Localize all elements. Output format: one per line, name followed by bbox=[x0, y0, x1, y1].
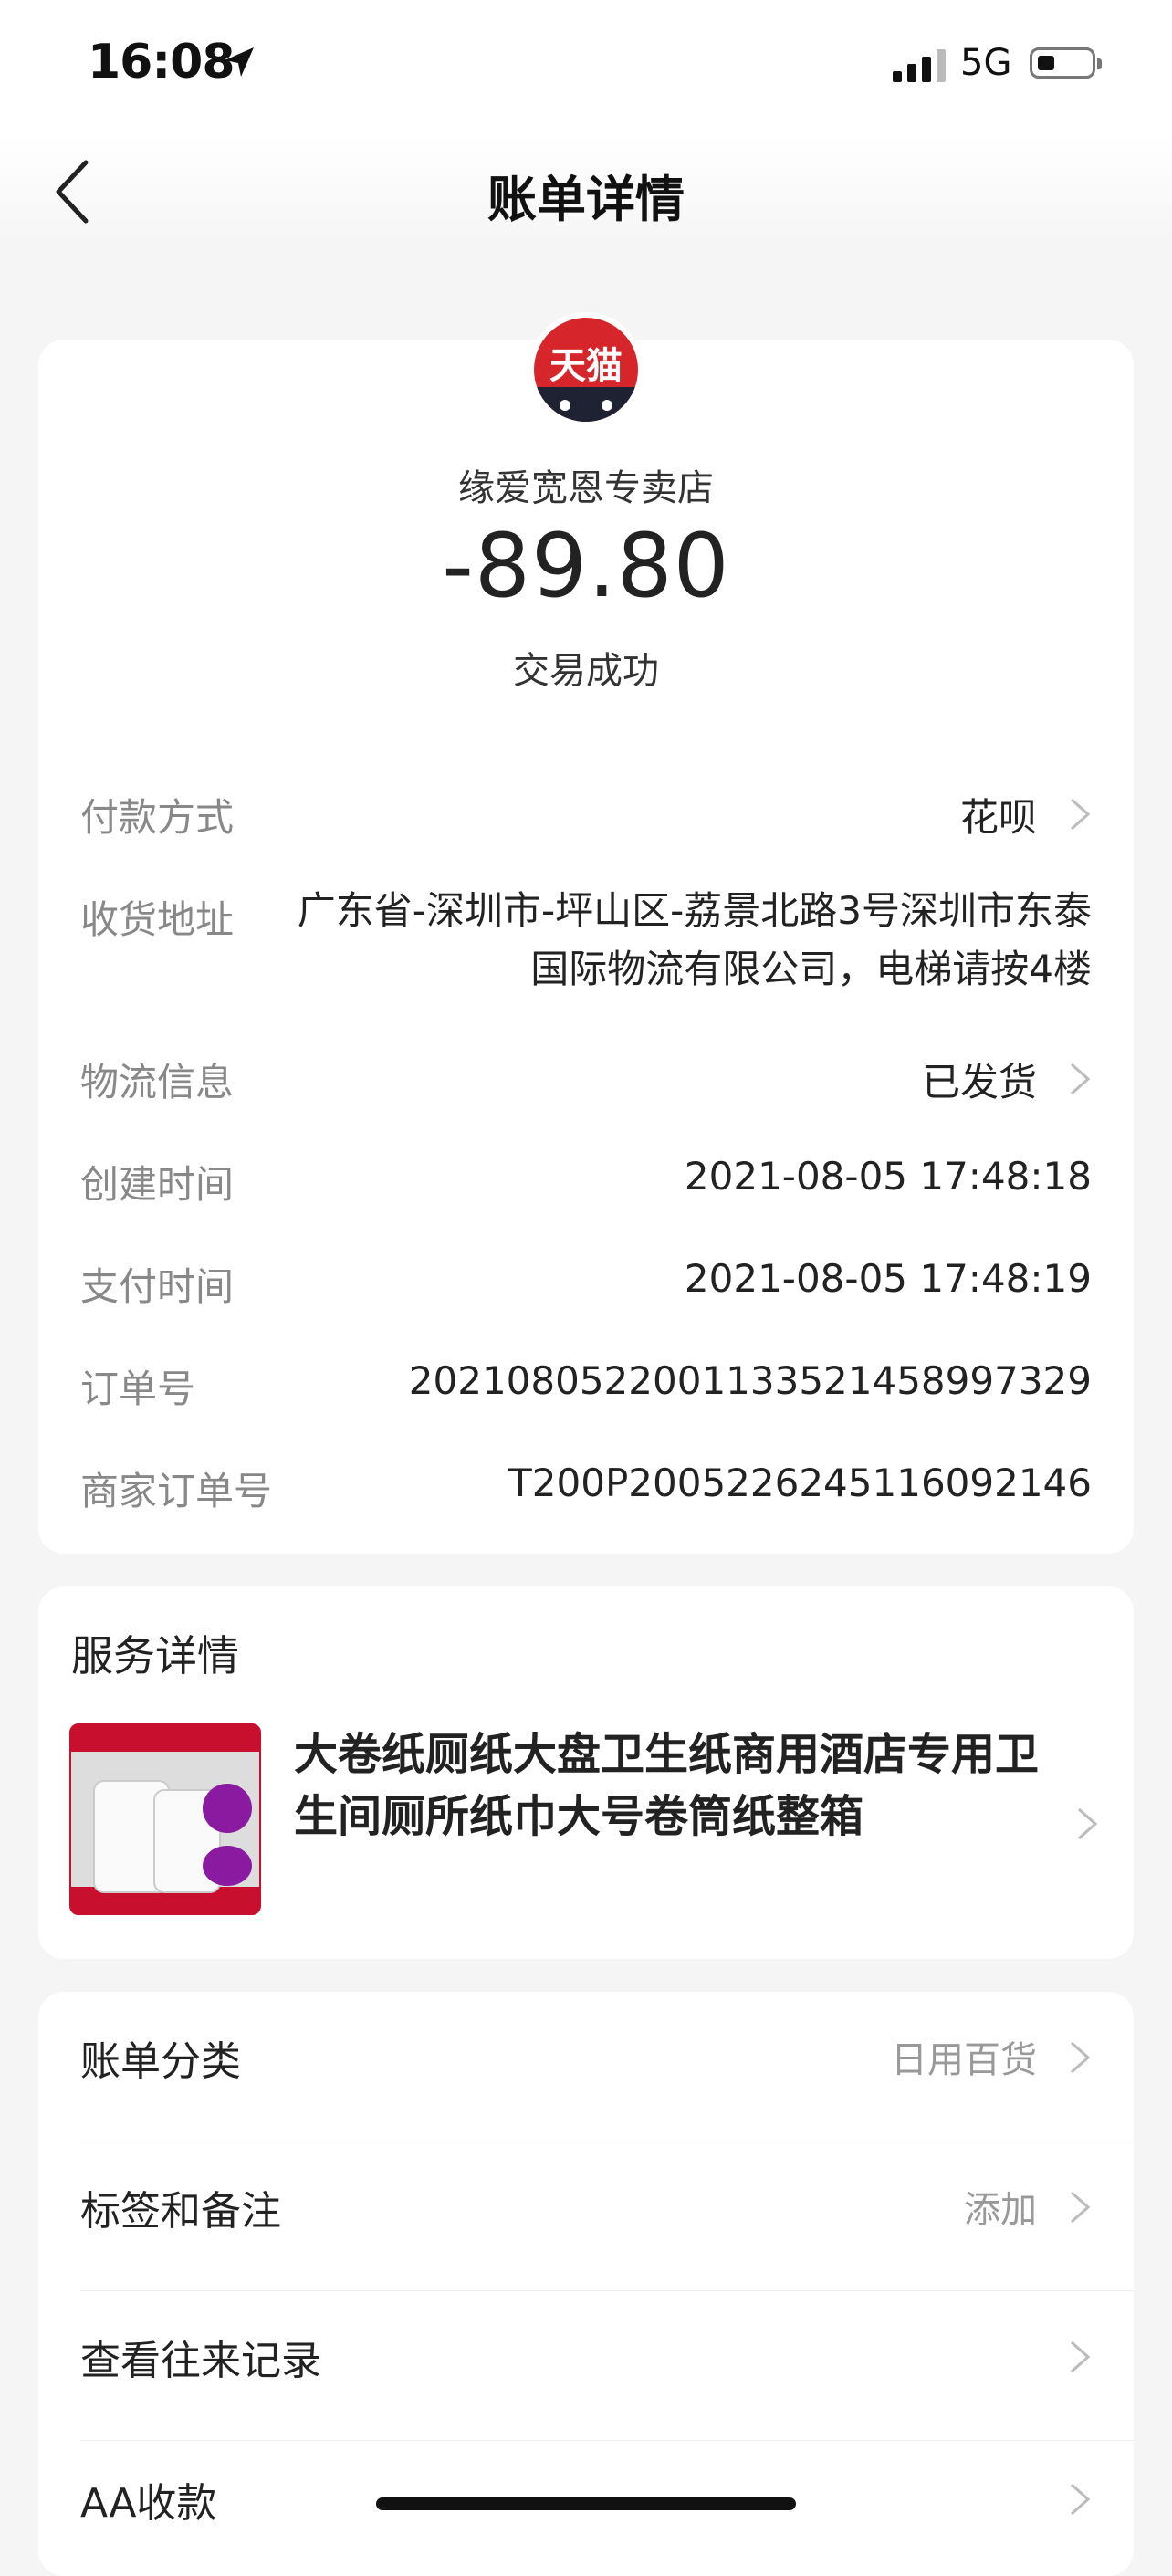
action-value: 日用百货 bbox=[891, 2039, 1037, 2081]
detail-value: 广东省-深圳市-坪山区-荔景北路3号深圳市东泰国际物流有限公司，电梯请按4楼 bbox=[297, 888, 1092, 991]
detail-label: 订单号 bbox=[80, 1367, 196, 1411]
detail-value: 2021080522001133521458997329 bbox=[408, 1358, 1092, 1403]
chevron-right-icon bbox=[1078, 1807, 1098, 1840]
action-label: AA收款 bbox=[80, 2480, 217, 2527]
service-section-title: 服务详情 bbox=[71, 1631, 239, 1681]
detail-label: 创建时间 bbox=[80, 1162, 235, 1207]
status-bar: 16:08 5G bbox=[0, 0, 1172, 137]
detail-value: 已发货 bbox=[921, 1060, 1037, 1105]
action-label: 账单分类 bbox=[80, 2038, 241, 2085]
detail-label: 商家订单号 bbox=[80, 1469, 273, 1513]
detail-value: 2021-08-05 17:48:18 bbox=[684, 1154, 1092, 1199]
chevron-right-icon bbox=[1071, 2041, 1091, 2074]
action-tags-notes[interactable]: 标签和备注 添加 bbox=[80, 2141, 1134, 2291]
action-value: 添加 bbox=[964, 2189, 1037, 2231]
location-arrow-icon bbox=[225, 47, 254, 77]
action-label: 标签和备注 bbox=[80, 2188, 281, 2235]
detail-label: 物流信息 bbox=[80, 1060, 235, 1105]
service-details-card: 服务详情 大卷纸厕纸大盘卫生纸商用酒店专用卫生间厕所纸巾大号卷筒纸整箱 bbox=[38, 1586, 1134, 1959]
action-bill-category[interactable]: 账单分类 日用百货 bbox=[80, 1992, 1134, 2141]
product-name[interactable]: 大卷纸厕纸大盘卫生纸商用酒店专用卫生间厕所纸巾大号卷筒纸整箱 bbox=[294, 1723, 1042, 1848]
detail-label: 支付时间 bbox=[80, 1264, 235, 1309]
action-view-history[interactable]: 查看往来记录 bbox=[80, 2291, 1134, 2441]
nav-bar: 账单详情 bbox=[0, 137, 1172, 246]
home-indicator[interactable] bbox=[376, 2497, 796, 2510]
detail-row-shipping-address: 收货地址 广东省-深圳市-坪山区-荔景北路3号深圳市东泰国际物流有限公司，电梯请… bbox=[80, 882, 1092, 1000]
transaction-amount: -89.80 bbox=[442, 515, 730, 617]
chevron-right-icon bbox=[1071, 2191, 1091, 2224]
detail-label: 收货地址 bbox=[80, 897, 235, 942]
bill-summary-card: 天猫 缘爱宽恩专卖店 -89.80 交易成功 付款方式 花呗 收货地址 广东省-… bbox=[38, 312, 1134, 1554]
cellular-signal-icon bbox=[893, 49, 946, 82]
action-label: 查看往来记录 bbox=[80, 2338, 321, 2384]
chevron-right-icon bbox=[1071, 1063, 1091, 1095]
chevron-right-icon bbox=[1071, 2483, 1091, 2516]
detail-value: 花呗 bbox=[959, 795, 1037, 840]
chevron-right-icon bbox=[1071, 798, 1091, 831]
network-type: 5G bbox=[960, 42, 1012, 84]
detail-value: 2021-08-05 17:48:19 bbox=[684, 1256, 1092, 1301]
detail-label: 付款方式 bbox=[80, 795, 235, 840]
product-thumbnail[interactable] bbox=[69, 1723, 261, 1915]
bill-actions-card: 账单分类 日用百货 标签和备注 添加 查看往来记录 AA收款 bbox=[38, 1992, 1134, 2576]
merchant-avatar: 天猫 bbox=[528, 312, 644, 427]
chevron-right-icon bbox=[1071, 2340, 1091, 2373]
battery-icon bbox=[1030, 47, 1102, 79]
detail-value: T200P2005226245116092146 bbox=[508, 1461, 1092, 1505]
tmall-logo-text: 天猫 bbox=[549, 345, 623, 387]
merchant-name: 缘爱宽恩专卖店 bbox=[458, 467, 714, 509]
page-title: 账单详情 bbox=[487, 171, 685, 228]
transaction-status: 交易成功 bbox=[513, 650, 659, 692]
status-time: 16:08 bbox=[88, 35, 235, 89]
